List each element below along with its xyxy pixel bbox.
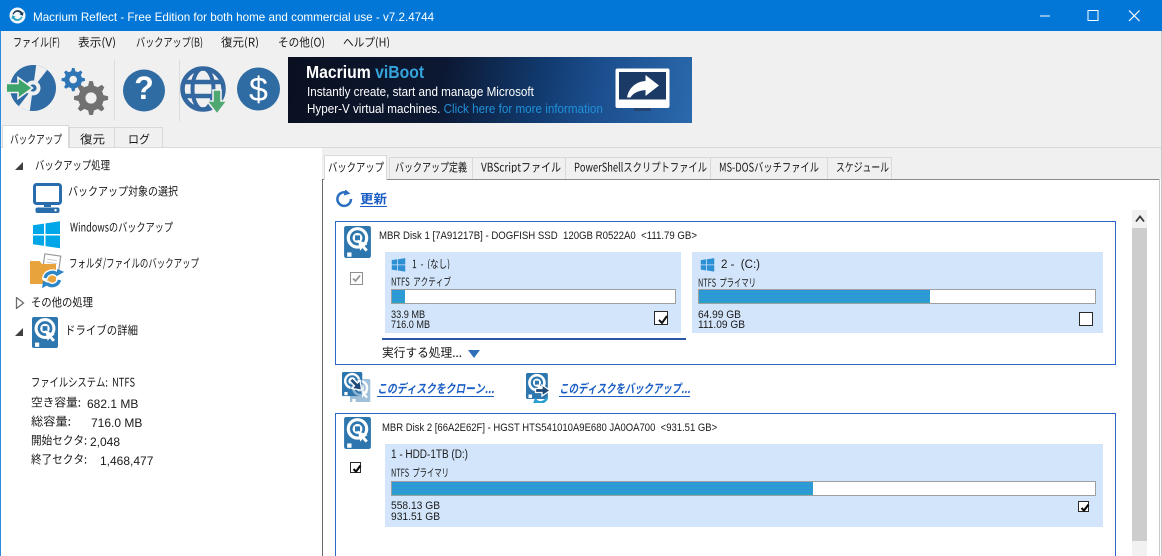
svg-text:$: $ — [249, 71, 268, 109]
svg-text:?: ? — [134, 70, 154, 106]
